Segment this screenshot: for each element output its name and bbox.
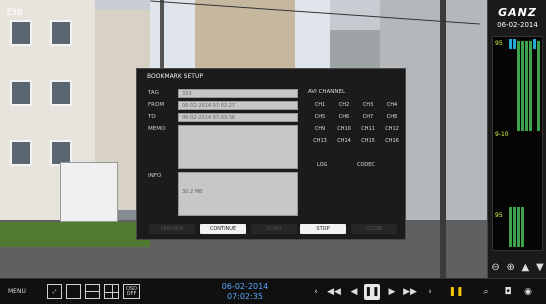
hdd-meters: 95 9-10 95 [492,36,543,251]
channel-ch8[interactable]: CH8 [382,114,402,120]
meter-bar [525,41,528,131]
channel-ch9[interactable]: CH9 [310,126,330,132]
rewind-icon[interactable]: ◀ [346,284,362,300]
step-pause-icon[interactable]: ❚❚ [448,284,464,300]
window [10,80,32,106]
window [10,20,32,46]
memo-label: MEMO [148,126,166,132]
meter-label: 95 [495,212,503,219]
channel-ch11[interactable]: CH11 [358,126,378,132]
play-icon[interactable]: ▶ [384,284,400,300]
meter-bar [537,41,540,131]
layout-2x1-icon[interactable] [85,284,100,299]
window [50,20,72,46]
continue-button[interactable]: CONTINUE [200,224,246,234]
meter-bar [521,207,524,247]
meter-bar [529,41,532,131]
fast-rewind-icon[interactable]: ◀◀ [326,284,342,300]
meter-bar [517,207,520,247]
utility-box [60,162,118,222]
channel-ch4[interactable]: CH4 [382,102,402,108]
start-button[interactable]: START [251,224,297,234]
arrow-down-icon[interactable]: ▼ [536,262,544,273]
grass [0,222,150,247]
channel-ch16[interactable]: CH16 [382,138,402,144]
dvr-screen: Z3B GANZ 06-02-2014 95 9-10 95 ⊖ ⊕ ▲ ▼ B… [0,0,546,304]
info-field: 30.2 MB [178,172,298,216]
layout-2x2-icon[interactable] [104,284,119,299]
bookmark-setup-dialog: BOOKMARK SETUP TAG 333 FROM 06-02-2014 0… [136,68,406,240]
channel-ch2[interactable]: CH2 [334,102,354,108]
codec-option[interactable]: CODEC [357,162,375,168]
zoom-out-icon[interactable]: ⊖ [491,262,499,273]
window [50,80,72,106]
prev-icon[interactable]: ‹ [308,284,324,300]
camera-icon[interactable]: ◘ [500,284,516,300]
divider [86,291,99,292]
close-button[interactable]: CLOSE [351,224,397,234]
menu-button[interactable]: MENU [8,288,26,295]
from-label: FROM [148,102,165,108]
channel-ch12[interactable]: CH12 [382,126,402,132]
panel-controls: ⊖ ⊕ ▲ ▼ [488,258,546,276]
channel-ch5[interactable]: CH5 [310,114,330,120]
bottom-toolbar: MENU ⤢ OSD OFF 06-02-2014 07:02:35 ‹ ◀◀ … [0,278,546,304]
to-label: TO [148,114,156,120]
fullscreen-icon[interactable]: ⤢ [47,284,62,299]
dialog-title: BOOKMARK SETUP [147,73,203,80]
meter-bar [533,39,536,49]
memo-field[interactable] [178,125,298,169]
to-field[interactable]: 06-02-2014 07:03:36 [178,113,298,122]
pole [440,0,446,278]
stop-button[interactable]: STOP [300,224,346,234]
channel-ch6[interactable]: CH6 [334,114,354,120]
osd-off-button[interactable]: OSD OFF [123,284,140,299]
tag-field[interactable]: 333 [178,89,298,98]
pause-icon[interactable]: ❚❚ [364,284,380,300]
preview-button[interactable]: PREVIEW [149,224,195,234]
channel-ch1[interactable]: CH1 [310,102,330,108]
next-icon[interactable]: › [422,284,438,300]
camera-overlay-label: Z3B [6,8,23,18]
arrow-up-icon[interactable]: ▲ [522,262,530,273]
meter-bar [517,41,520,131]
brand-logo: GANZ [498,6,537,19]
playback-date: 06-02-2014 [221,282,269,291]
channel-ch13[interactable]: CH13 [310,138,330,144]
meter-bar [521,41,524,131]
zoom-in-icon[interactable]: ⊕ [506,262,514,273]
log-option[interactable]: LOG [317,162,327,168]
divider [111,285,113,298]
meter-bar [509,39,512,49]
tag-label: TAG [148,90,159,96]
fast-forward-icon[interactable]: ▶▶ [402,284,418,300]
channel-ch10[interactable]: CH10 [334,126,354,132]
zoom-icon[interactable]: ⌕ [478,284,494,300]
panel-date: 06-02-2014 [497,21,538,29]
playback-datetime: 06-02-2014 07:02:35 [205,282,285,302]
from-field[interactable]: 06-02-2014 07:02:27 [178,101,298,110]
meter-bar [509,207,512,247]
right-panel: GANZ 06-02-2014 95 9-10 95 ⊖ ⊕ ▲ ▼ [487,0,546,278]
window [10,140,32,166]
record-icon[interactable]: ◉ [520,284,536,300]
avi-channel-title: AVI CHANNEL [308,89,346,95]
meter-bar [513,207,516,247]
channel-ch15[interactable]: CH15 [358,138,378,144]
info-label: INFO [148,173,162,179]
channel-ch7[interactable]: CH7 [358,114,378,120]
layout-1x1-icon[interactable] [66,284,81,299]
playback-time: 07:02:35 [227,292,263,301]
meter-label: 95 [495,40,503,47]
channel-ch14[interactable]: CH14 [334,138,354,144]
channel-ch3[interactable]: CH3 [358,102,378,108]
meter-bar [513,39,516,49]
meter-label: 9-10 [495,131,509,138]
